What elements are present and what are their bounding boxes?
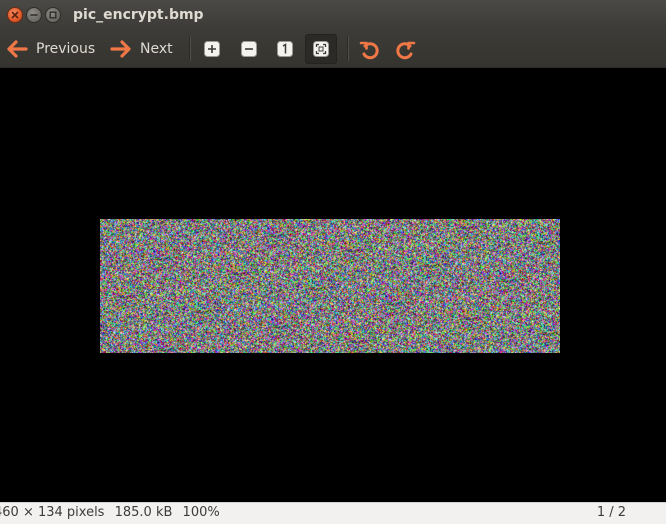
- toolbar: Previous Next: [0, 30, 666, 68]
- status-bar: 460 × 134 pixels 185.0 kB 100% 1 / 2: [0, 502, 666, 524]
- arrow-left-icon: [7, 40, 28, 58]
- minimize-icon: [30, 14, 38, 16]
- maximize-icon: [49, 11, 57, 19]
- next-label: Next: [140, 41, 173, 57]
- zoom-out-icon[interactable]: [240, 40, 258, 58]
- image-viewport[interactable]: [0, 68, 666, 502]
- best-fit-icon: [313, 41, 329, 57]
- image-viewer-window: pic_encrypt.bmp Previous Next 460 × 134 …: [0, 0, 666, 524]
- rotate-left-icon[interactable]: [359, 39, 381, 61]
- best-fit-button[interactable]: [305, 34, 337, 64]
- displayed-image: [100, 219, 560, 353]
- arrow-right-icon: [110, 40, 131, 58]
- minimize-window-button[interactable]: [26, 7, 42, 23]
- page-indicator: 1 / 2: [596, 505, 626, 520]
- previous-button[interactable]: Previous: [6, 30, 95, 68]
- file-size: 185.0 kB: [114, 505, 173, 520]
- title-bar[interactable]: pic_encrypt.bmp: [0, 0, 666, 30]
- close-window-button[interactable]: [7, 7, 23, 23]
- noise-image-canvas: [100, 219, 560, 353]
- image-dimensions: 460 × 134 pixels: [0, 505, 105, 520]
- image-info: 460 × 134 pixels 185.0 kB 100%: [0, 505, 226, 520]
- toolbar-separator: [347, 37, 348, 61]
- window-title: pic_encrypt.bmp: [73, 7, 204, 23]
- close-icon: [11, 11, 19, 19]
- rotate-right-icon[interactable]: [394, 39, 416, 61]
- normal-size-icon[interactable]: [276, 40, 294, 58]
- next-button[interactable]: Next: [110, 30, 173, 68]
- zoom-level: 100%: [182, 505, 220, 520]
- toolbar-separator: [189, 37, 190, 61]
- maximize-window-button[interactable]: [45, 7, 61, 23]
- previous-label: Previous: [36, 41, 96, 57]
- zoom-in-icon[interactable]: [203, 40, 221, 58]
